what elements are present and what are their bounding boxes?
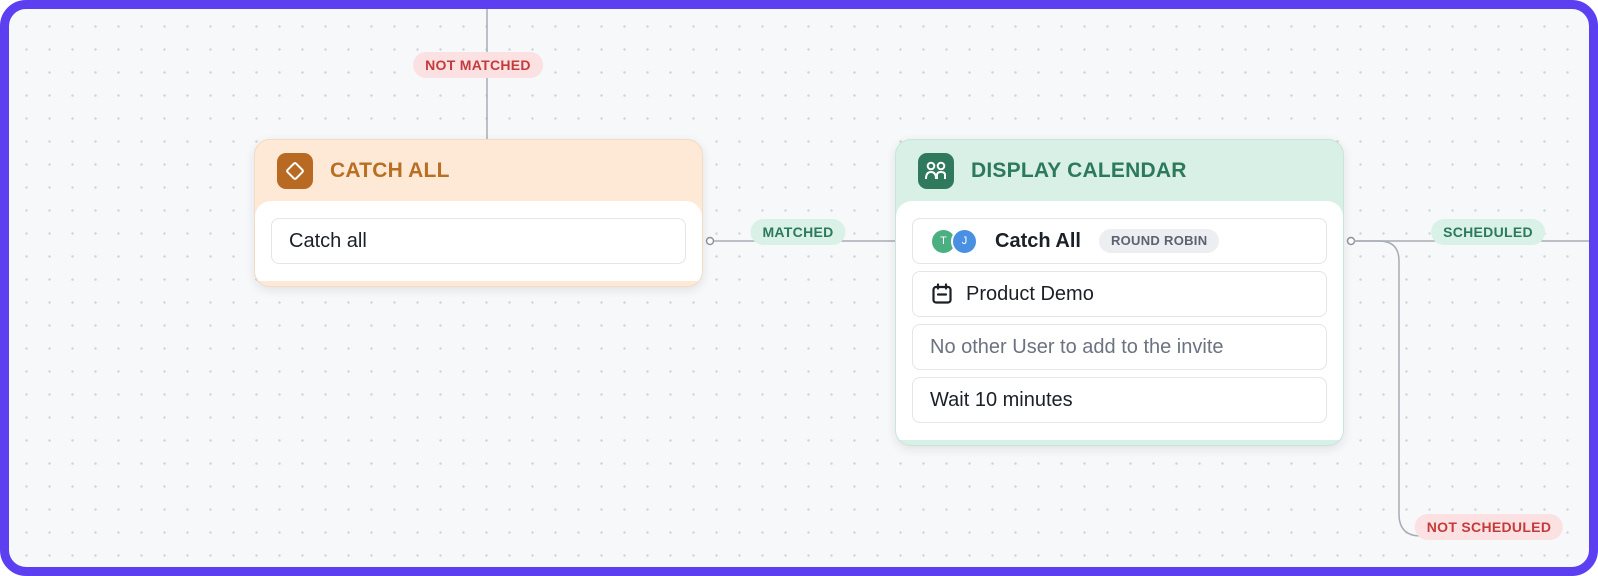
catch-all-rule-row[interactable]: Catch all — [271, 218, 686, 264]
connection-lines — [482, 9, 1589, 537]
connector-catch-out — [705, 236, 715, 246]
edge-not-scheduled — [1354, 240, 1429, 537]
invite-row[interactable]: No other User to add to the invite — [912, 324, 1327, 370]
event-type-row[interactable]: Product Demo — [912, 271, 1327, 317]
display-calendar-node-header: DISPLAY CALENDAR — [896, 140, 1343, 202]
display-calendar-node-body: T J Catch All ROUND ROBIN Product Demo N… — [896, 201, 1343, 440]
assignment-name: Catch All — [995, 229, 1081, 252]
assignment-row[interactable]: T J Catch All ROUND ROBIN — [912, 218, 1327, 264]
catch-all-node[interactable]: CATCH ALL Catch all — [254, 139, 703, 287]
edge-label-matched: MATCHED — [750, 219, 846, 245]
display-calendar-node-title: DISPLAY CALENDAR — [971, 159, 1187, 182]
display-calendar-node[interactable]: DISPLAY CALENDAR T J Catch All ROUND ROB… — [895, 139, 1344, 446]
wait-row[interactable]: Wait 10 minutes — [912, 377, 1327, 423]
users-icon — [918, 153, 954, 189]
edge-label-not-matched: NOT MATCHED — [413, 52, 543, 78]
diamond-icon — [277, 153, 313, 189]
avatar: J — [951, 227, 978, 255]
catch-all-node-title: CATCH ALL — [330, 159, 450, 182]
calendar-icon — [930, 282, 954, 306]
catch-all-node-body: Catch all — [255, 201, 702, 281]
flow-canvas[interactable]: NOT MATCHED MATCHED SCHEDULED NOT SCHEDU… — [0, 0, 1598, 576]
catch-all-node-header: CATCH ALL — [255, 140, 702, 202]
assignment-type-badge: ROUND ROBIN — [1098, 229, 1220, 253]
event-type-label: Product Demo — [966, 282, 1094, 305]
edge-label-scheduled: SCHEDULED — [1431, 219, 1545, 245]
edge-label-not-scheduled: NOT SCHEDULED — [1414, 514, 1564, 540]
connector-display-out — [1346, 236, 1356, 246]
avatar-group: T J — [930, 227, 978, 255]
